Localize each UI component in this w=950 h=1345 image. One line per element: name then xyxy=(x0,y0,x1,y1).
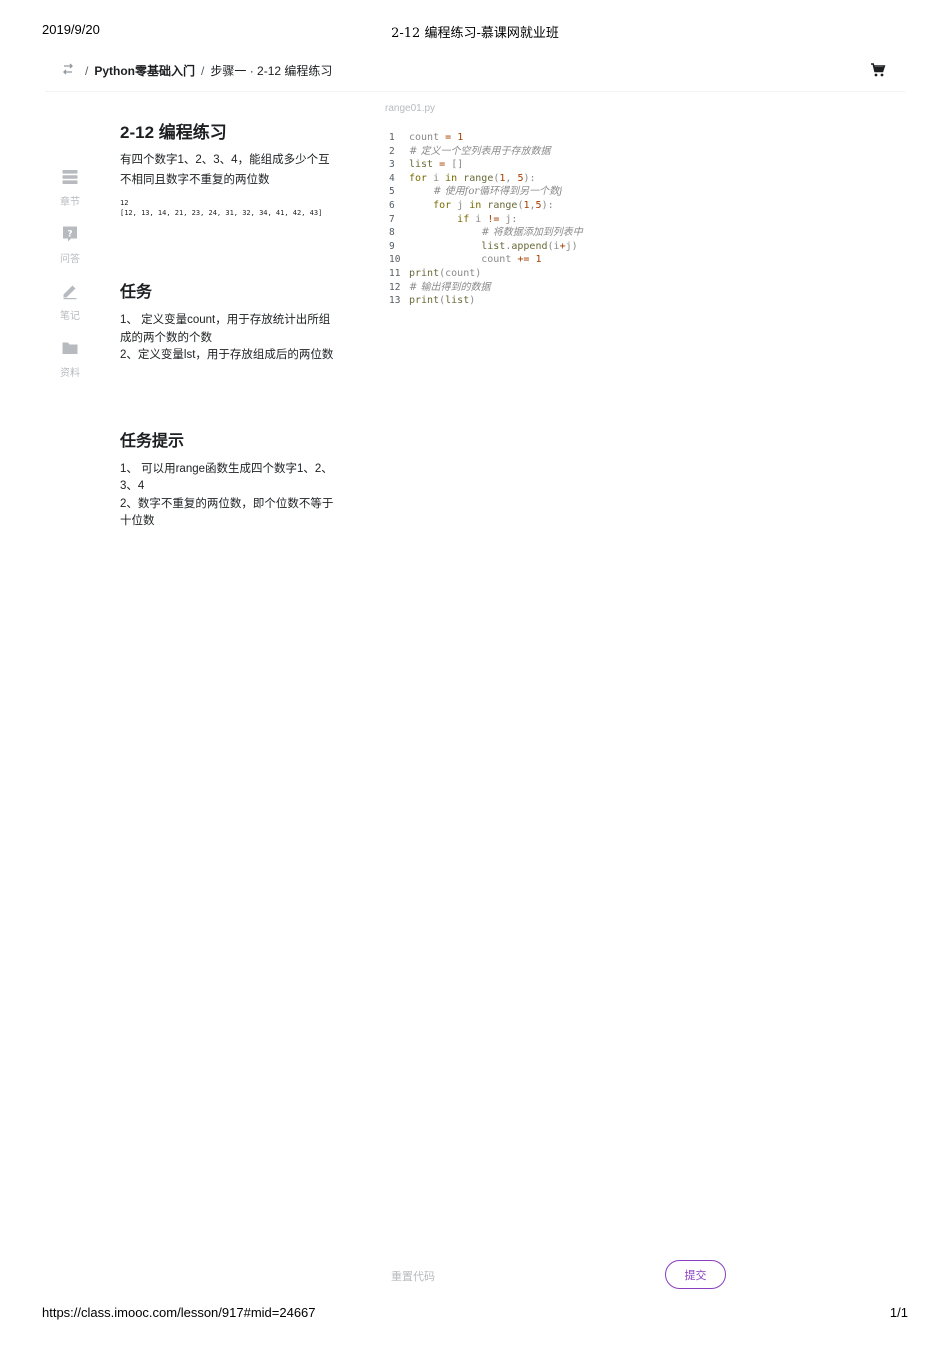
hint-heading: 任务提示 xyxy=(120,432,185,450)
line-number: 1 xyxy=(389,132,395,143)
code-text[interactable]: count += 1 xyxy=(409,253,541,267)
top-bar: / Python零基础入门 / 步骤一 · 2-12 编程练习 xyxy=(45,56,905,92)
expected-output-line: [12, 13, 14, 21, 23, 24, 31, 32, 34, 41,… xyxy=(120,209,323,217)
line-number: 12 xyxy=(389,281,401,293)
task-list: 1、 定义变量count，用于存放统计出所组成的两个数的个数 2、定义变量lst… xyxy=(120,312,335,365)
code-line[interactable]: 2 # 定义一个空列表用于存放数据 xyxy=(385,145,905,159)
line-number: 8 xyxy=(389,227,395,239)
line-number: 4 xyxy=(389,172,395,184)
code-text[interactable]: # 定义一个空列表用于存放数据 xyxy=(409,145,551,159)
print-footer: https://class.imooc.com/lesson/917#mid=2… xyxy=(42,1305,908,1323)
code-text[interactable]: # 输出得到的数据 xyxy=(409,281,491,295)
code-line[interactable]: 9 list.append(i+j) xyxy=(385,240,905,254)
code-line[interactable]: 7 if i != j: xyxy=(385,213,905,227)
svg-text:?: ? xyxy=(67,230,72,240)
code-line[interactable]: 11 print(count) xyxy=(385,267,905,281)
code-text[interactable]: print(count) xyxy=(409,267,481,281)
breadcrumb-step: 步骤一 · 2-12 编程练习 xyxy=(210,64,333,78)
line-number: 6 xyxy=(389,199,395,211)
editor-filename-tab[interactable]: range01.py xyxy=(385,103,905,121)
task-item: 2、定义变量lst，用于存放组成后的两位数 xyxy=(120,349,334,361)
code-line[interactable]: 13 print(list) xyxy=(385,294,905,308)
code-line[interactable]: 4 for i in range(1, 5): xyxy=(385,172,905,186)
code-text[interactable]: # 使用for循环得到另一个数j xyxy=(409,185,562,199)
code-text[interactable]: list = [] xyxy=(409,158,463,172)
line-number: 13 xyxy=(389,295,401,307)
lesson-description: 有四个数字1、2、3、4，能组成多少个互不相同且数字不重复的两位数 xyxy=(120,154,330,186)
print-page-number: 1/1 xyxy=(889,1305,908,1320)
sidenav-item-label: 资料 xyxy=(60,368,80,379)
code-line[interactable]: 1 count = 1 xyxy=(385,131,905,145)
code-text[interactable]: # 将数据添加到列表中 xyxy=(409,226,583,240)
code-text[interactable]: if i != j: xyxy=(409,213,517,227)
breadcrumb-separator: / xyxy=(201,63,205,78)
task-heading: 任务 xyxy=(120,284,153,301)
code-area[interactable]: 1 count = 1 2 # 定义一个空列表用于存放数据 3 list = [] 4 for… xyxy=(385,131,905,308)
code-text[interactable]: count = 1 xyxy=(409,131,463,145)
hint-item: 2、数字不重复的两位数，即个位数不等于十位数 xyxy=(120,497,334,528)
lesson-title: 2-12 编程练习 xyxy=(120,123,227,142)
code-text[interactable]: list.append(i+j) xyxy=(409,240,577,254)
pencil-icon xyxy=(61,282,79,305)
line-number: 3 xyxy=(389,159,395,171)
shopping-cart-icon[interactable] xyxy=(870,62,886,78)
sidenav-item-materials[interactable]: 资料 xyxy=(50,339,90,396)
code-text[interactable]: print(list) xyxy=(409,294,475,308)
hint-item: 1、 可以用range函数生成四个数字1、2、3、4 xyxy=(120,462,333,493)
code-line[interactable]: 5 # 使用for循环得到另一个数j xyxy=(385,185,905,199)
line-number: 9 xyxy=(389,240,395,252)
sidenav-item-label: 问答 xyxy=(60,254,80,265)
expected-output: 12 [12, 13, 14, 21, 23, 24, 31, 32, 34, 4… xyxy=(120,198,335,218)
hint-list: 1、 可以用range函数生成四个数字1、2、3、4 2、数字不重复的两位数，即… xyxy=(120,461,335,531)
action-bar: 重置代码 提交 xyxy=(0,1260,950,1290)
question-icon: ? xyxy=(61,225,79,248)
side-nav: 章节 ? 问答 笔记 资料 xyxy=(50,168,90,396)
print-page-title: 2-12 编程练习-慕课网就业班 xyxy=(391,26,559,41)
line-number: 2 xyxy=(389,145,395,157)
code-text[interactable]: for i in range(1, 5): xyxy=(409,172,536,186)
chapters-icon xyxy=(61,168,79,191)
reset-code-button[interactable]: 重置代码 xyxy=(391,1268,435,1284)
breadcrumb: / Python零基础入门 / 步骤一 · 2-12 编程练习 xyxy=(85,62,332,79)
sidenav-item-label: 章节 xyxy=(60,197,80,208)
lesson-panel: 2-12 编程练习 有四个数字1、2、3、4，能组成多少个互不相同且数字不重复的… xyxy=(120,118,335,531)
line-number: 7 xyxy=(389,213,395,225)
sidenav-item-qa[interactable]: ? 问答 xyxy=(50,225,90,282)
expected-output-line: 12 xyxy=(120,199,129,207)
code-editor[interactable]: range01.py 1 count = 1 2 # 定义一个空列表用于存放数据 3 li… xyxy=(385,103,905,308)
sidenav-item-chapters[interactable]: 章节 xyxy=(50,168,90,225)
code-line[interactable]: 6 for j in range(1,5): xyxy=(385,199,905,213)
sidenav-item-label: 笔记 xyxy=(60,311,80,322)
line-number: 11 xyxy=(389,267,401,279)
line-number: 5 xyxy=(389,186,395,198)
submit-button[interactable]: 提交 xyxy=(665,1260,726,1289)
breadcrumb-separator: / xyxy=(85,63,89,78)
code-line[interactable]: 12 # 输出得到的数据 xyxy=(385,281,905,295)
breadcrumb-course[interactable]: Python零基础入门 xyxy=(94,62,195,79)
code-line[interactable]: 10 count += 1 xyxy=(385,253,905,267)
code-text[interactable]: for j in range(1,5): xyxy=(409,199,554,213)
print-header: 2019/9/20 2-12 编程练习-慕课网就业班 xyxy=(42,22,908,41)
switch-arrows-icon[interactable] xyxy=(61,62,75,76)
task-item: 1、 定义变量count，用于存放统计出所组成的两个数的个数 xyxy=(120,314,331,344)
code-line[interactable]: 8 # 将数据添加到列表中 xyxy=(385,226,905,240)
folder-icon xyxy=(61,339,79,362)
sidenav-item-notes[interactable]: 笔记 xyxy=(50,282,90,339)
code-line[interactable]: 3 list = [] xyxy=(385,158,905,172)
print-url: https://class.imooc.com/lesson/917#mid=2… xyxy=(42,1305,316,1320)
line-number: 10 xyxy=(389,254,401,266)
